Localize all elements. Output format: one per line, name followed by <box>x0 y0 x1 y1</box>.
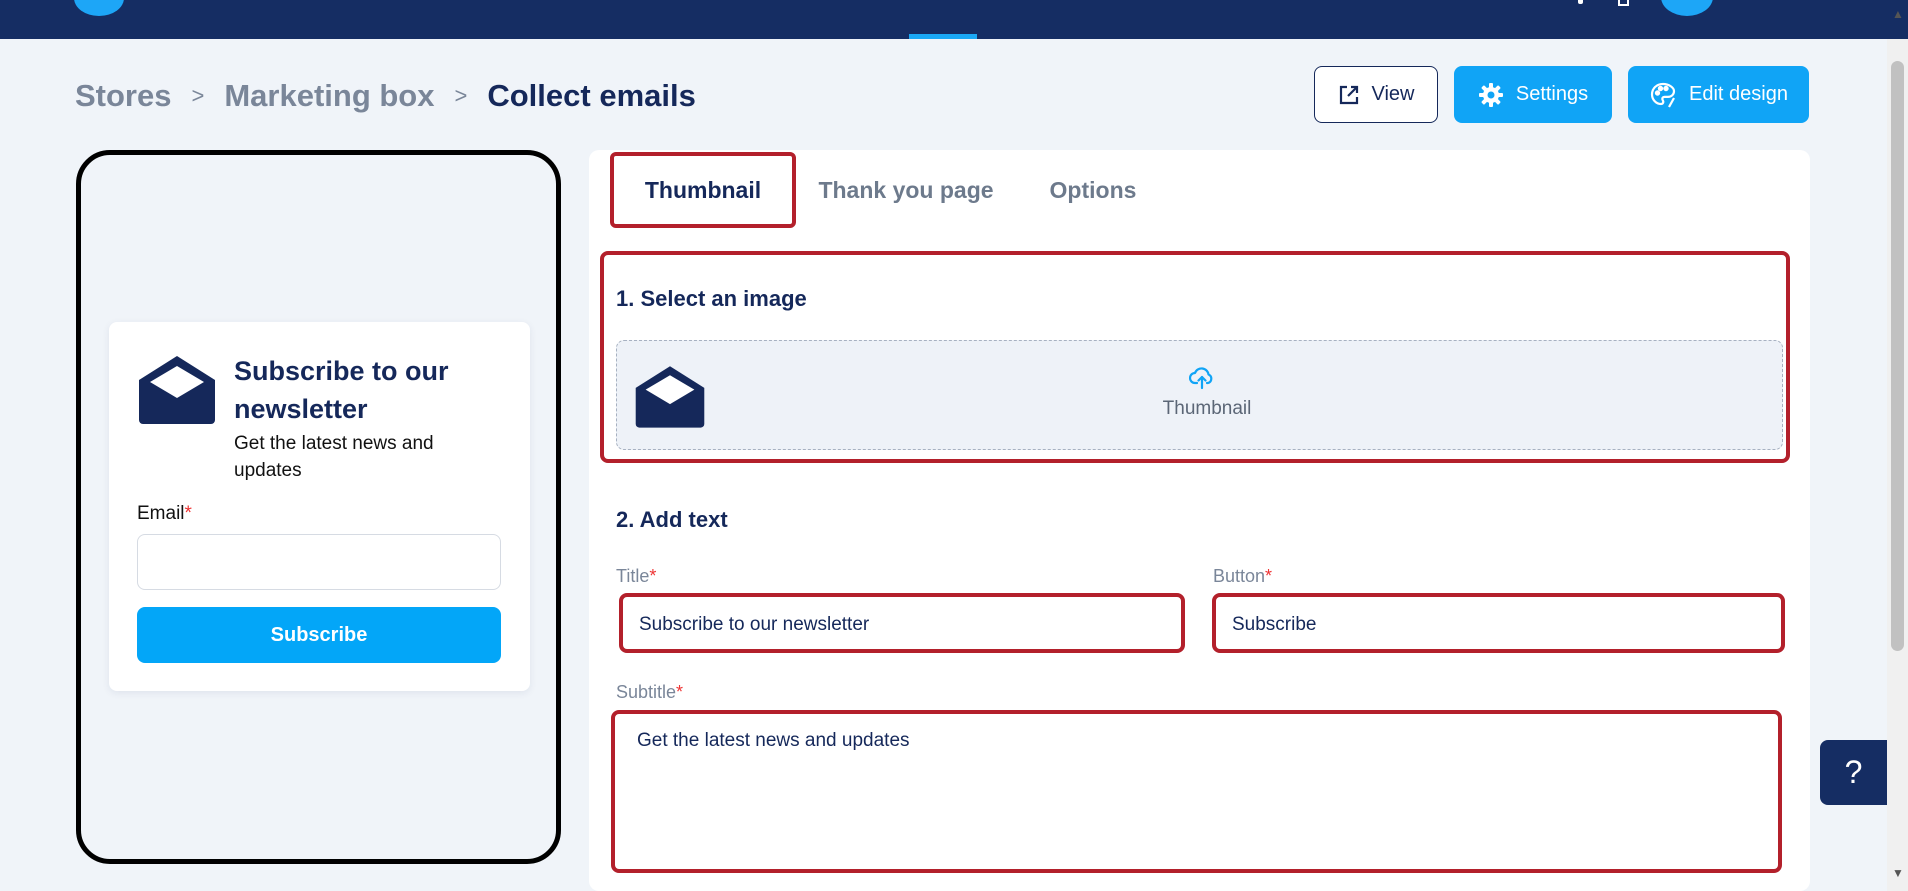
preview-subscribe-button[interactable]: Subscribe <box>137 607 501 663</box>
required-marker: * <box>676 682 684 702</box>
subtitle-field-label: Subtitle* <box>616 682 684 702</box>
title-input[interactable]: Subscribe to our newsletter <box>619 593 1185 653</box>
preview-title: Subscribe to our newsletter <box>234 356 449 424</box>
button-field-label: Button* <box>1213 566 1273 586</box>
required-marker: * <box>649 566 657 586</box>
section-select-image-heading: 1. Select an image <box>616 286 807 311</box>
page-scrollbar[interactable]: ▲ ▼ <box>1887 7 1908 891</box>
breadcrumb-marketing-box[interactable]: Marketing box <box>224 78 434 114</box>
tab-thank-you-page[interactable]: Thank you page <box>808 152 1004 228</box>
thumbnail-upload-dropzone[interactable]: Thumbnail <box>616 340 1783 450</box>
title-field-label: Title* <box>616 566 657 586</box>
gear-icon <box>1478 82 1503 107</box>
tab-options[interactable]: Options <box>1040 152 1146 228</box>
top-navigation-bar <box>0 0 1908 39</box>
help-icon: ? <box>1844 754 1863 790</box>
scrollbar-thumb[interactable] <box>1891 61 1904 651</box>
external-link-icon <box>1339 85 1358 104</box>
edit-design-button-label: Edit design <box>1689 83 1788 105</box>
required-marker: * <box>184 503 192 524</box>
breadcrumb-stores[interactable]: Stores <box>75 78 171 114</box>
active-nav-indicator <box>909 34 977 39</box>
breadcrumb: Stores > Marketing box > Collect emails <box>75 76 696 116</box>
breadcrumb-separator-icon: > <box>191 83 205 108</box>
view-button-label: View <box>1371 83 1415 105</box>
envelope-open-icon <box>139 356 215 424</box>
scroll-down-icon[interactable]: ▼ <box>1892 866 1904 880</box>
tab-thumbnail[interactable]: Thumbnail <box>610 152 796 228</box>
upload-label: Thumbnail <box>1162 398 1252 419</box>
store-icon[interactable] <box>1618 0 1629 6</box>
view-button[interactable]: View <box>1314 66 1438 123</box>
subtitle-textarea[interactable]: Get the latest news and updates <box>611 710 1782 873</box>
preview-email-label: Email* <box>137 503 192 524</box>
help-button[interactable]: ? <box>1820 740 1887 805</box>
app-logo[interactable] <box>74 0 124 16</box>
notification-icon[interactable] <box>1578 0 1583 4</box>
newsletter-preview-card: Subscribe to our newsletter Get the late… <box>109 322 530 691</box>
settings-button[interactable]: Settings <box>1454 66 1612 123</box>
palette-icon <box>1650 82 1676 108</box>
settings-button-label: Settings <box>1515 83 1589 105</box>
edit-design-button[interactable]: Edit design <box>1628 66 1809 123</box>
user-avatar[interactable] <box>1661 0 1713 16</box>
preview-email-input[interactable] <box>137 534 501 590</box>
required-marker: * <box>1265 566 1273 586</box>
breadcrumb-separator-icon: > <box>454 83 468 108</box>
scroll-up-icon[interactable]: ▲ <box>1892 7 1904 21</box>
envelope-open-icon <box>635 366 705 428</box>
preview-subtitle: Get the latest news and updates <box>234 433 434 481</box>
section-add-text-heading: 2. Add text <box>616 507 728 532</box>
cloud-upload-icon <box>1189 367 1213 390</box>
button-text-input[interactable]: Subscribe <box>1212 593 1785 653</box>
page-title: Collect emails <box>487 78 696 113</box>
